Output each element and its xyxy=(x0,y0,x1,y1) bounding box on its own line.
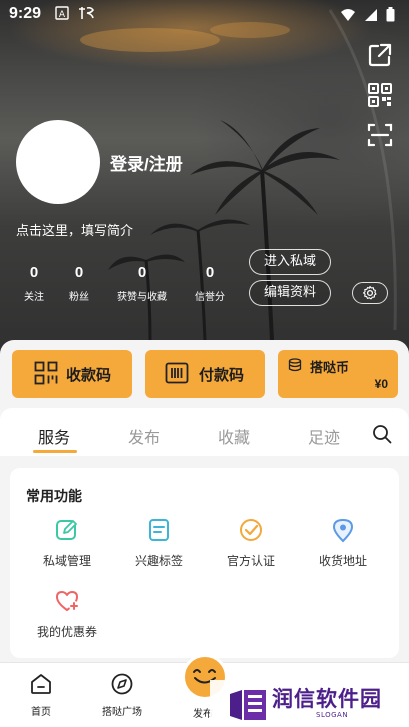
location-pin-icon xyxy=(332,518,354,543)
home-icon xyxy=(31,674,51,694)
enter-private-domain-button[interactable]: 进入私域 xyxy=(249,249,331,275)
qr-grid-icon xyxy=(34,361,58,385)
watermark-slogan: SLOGAN xyxy=(316,711,349,719)
coin-label: 搭哒币 xyxy=(310,360,350,375)
svg-text:A: A xyxy=(59,10,66,20)
dada-coin-button[interactable]: 搭哒币 ¥0 xyxy=(278,350,398,398)
stat-value: 0 xyxy=(74,264,84,281)
nav-label: 搭哒广场 xyxy=(102,707,142,718)
edit-profile-button[interactable]: 编辑资料 xyxy=(249,280,331,306)
receive-label: 收款码 xyxy=(66,367,112,384)
tab-footprints[interactable]: 足迹 xyxy=(308,424,340,448)
signal-icon xyxy=(365,8,377,21)
active-tab-indicator xyxy=(33,450,77,453)
nav-label: 首页 xyxy=(31,707,51,718)
stat-credit-score[interactable]: 0 信誉分 xyxy=(190,264,230,303)
heart-plus-icon xyxy=(56,591,79,611)
gear-icon xyxy=(363,285,377,300)
share-icon xyxy=(368,43,392,67)
stat-label: 信誉分 xyxy=(195,292,225,303)
feature-label: 收货地址 xyxy=(318,554,367,568)
avatar[interactable] xyxy=(16,120,100,204)
feature-official-verification[interactable]: 官方认证 xyxy=(206,517,296,569)
notification-icons: A xyxy=(55,6,95,20)
stat-value: 0 xyxy=(205,264,215,281)
search-icon[interactable] xyxy=(372,424,392,444)
watermark-logo-icon xyxy=(230,690,266,720)
share-button[interactable] xyxy=(367,42,393,68)
tab-service[interactable]: 服务 xyxy=(38,424,70,448)
receive-payment-code-button[interactable]: 收款码 xyxy=(12,350,132,398)
feature-shipping-address[interactable]: 收货地址 xyxy=(298,517,388,569)
feature-private-domain-management[interactable]: 私域管理 xyxy=(22,517,112,569)
common-functions-title: 常用功能 xyxy=(26,488,82,504)
plaza-icon xyxy=(111,673,133,695)
coin-stack-icon xyxy=(288,358,302,372)
barcode-icon xyxy=(165,362,189,384)
feature-interest-tags[interactable]: 兴趣标签 xyxy=(114,517,204,569)
watermark-brand: 润信软件园 xyxy=(272,687,382,711)
feature-label: 兴趣标签 xyxy=(134,554,183,568)
pay-code-button[interactable]: 付款码 xyxy=(145,350,265,398)
stat-followers[interactable]: 0 粉丝 xyxy=(67,264,91,303)
feature-label: 私域管理 xyxy=(42,554,91,568)
stat-value: 0 xyxy=(29,264,39,281)
tab-publish[interactable]: 发布 xyxy=(128,424,160,448)
coin-balance: ¥0 xyxy=(374,377,388,391)
qr-code-icon xyxy=(368,83,392,107)
tag-list-icon xyxy=(149,519,169,541)
content-tabs: 服务 发布 收藏 足迹 xyxy=(0,408,409,456)
feature-my-coupons[interactable]: 我的优惠券 xyxy=(22,588,112,640)
verified-check-icon xyxy=(240,519,262,541)
stat-likes-and-favorites[interactable]: 0 获赞与收藏 xyxy=(112,264,172,303)
tab-favorites[interactable]: 收藏 xyxy=(218,424,250,448)
settings-button[interactable] xyxy=(352,282,388,304)
text-input-icon: A xyxy=(55,6,69,20)
wifi-icon xyxy=(341,8,355,21)
feature-label: 官方认证 xyxy=(226,554,275,568)
qr-code-button[interactable] xyxy=(367,82,393,108)
stat-label: 粉丝 xyxy=(69,292,89,303)
status-bar: 9:29 A xyxy=(0,0,409,30)
pay-label: 付款码 xyxy=(199,367,245,384)
stat-label: 获赞与收藏 xyxy=(117,292,167,303)
stat-label: 关注 xyxy=(24,292,44,303)
nav-home[interactable]: 首页 xyxy=(11,672,71,718)
scan-button[interactable] xyxy=(367,122,393,148)
nav-dada-plaza[interactable]: 搭哒广场 xyxy=(92,672,152,718)
edit-icon xyxy=(56,520,77,540)
scan-icon xyxy=(367,123,393,147)
login-register-link[interactable]: 登录/注册 xyxy=(110,150,183,175)
stat-following[interactable]: 0 关注 xyxy=(22,264,46,303)
status-time: 9:29 xyxy=(9,5,42,22)
bio-prompt[interactable]: 点击这里，填写简介 xyxy=(16,220,133,239)
battery-icon xyxy=(386,7,395,22)
app-notification-icon xyxy=(79,6,94,19)
feature-label: 我的优惠券 xyxy=(36,625,97,639)
stat-value: 0 xyxy=(137,264,147,281)
system-status-icons xyxy=(340,7,395,22)
